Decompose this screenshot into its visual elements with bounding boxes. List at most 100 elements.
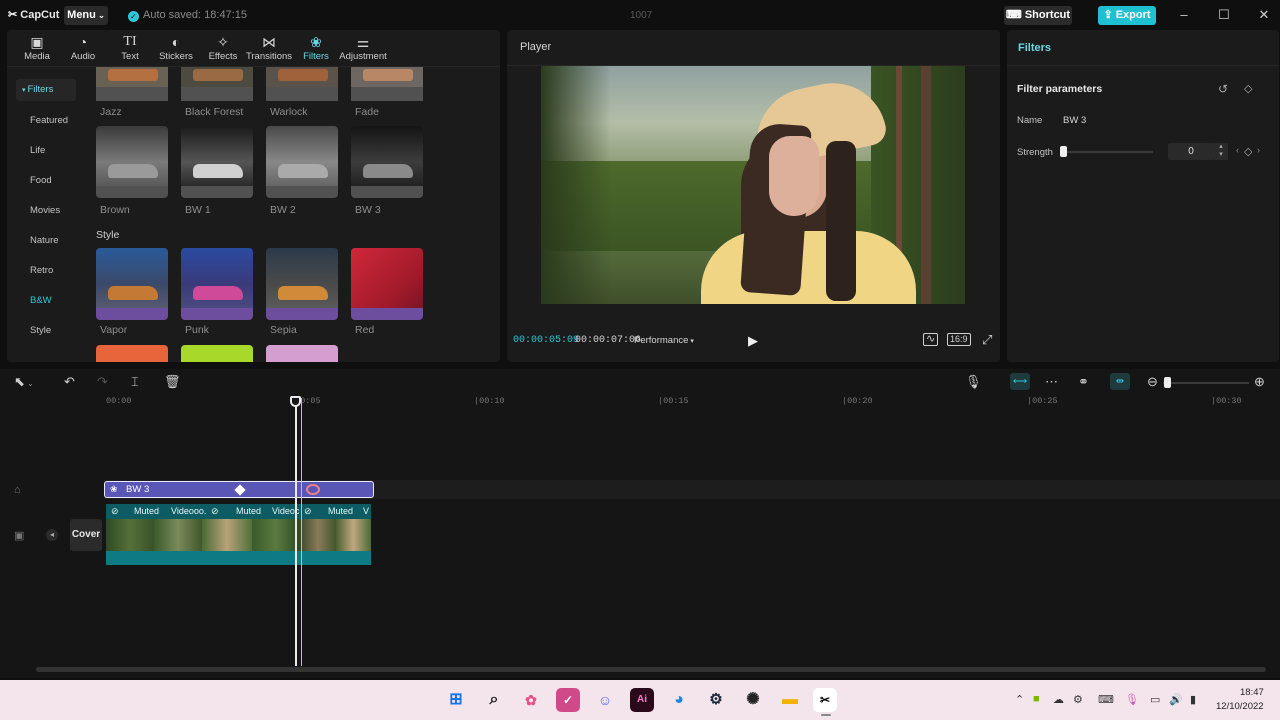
category-bw[interactable]: B&W <box>16 290 76 312</box>
minimize-icon[interactable]: – <box>1176 7 1192 23</box>
keyframe-icon[interactable]: ◇ <box>1244 82 1252 95</box>
redo-icon[interactable]: ↷ <box>97 374 108 390</box>
filter-thumb-partial[interactable] <box>266 345 338 362</box>
clock-date[interactable]: 12/10/2022 <box>1216 701 1264 712</box>
chevron-up-icon[interactable]: ⌃ <box>1015 693 1024 706</box>
zoom-in-icon[interactable]: ⊕ <box>1254 374 1265 390</box>
steam-icon[interactable]: ⚙ <box>704 688 728 712</box>
magnet-snap-icon[interactable]: ⟷ <box>1010 373 1030 390</box>
player-title: Player <box>520 41 552 53</box>
filter-thumb-jazz[interactable] <box>96 67 168 101</box>
shortcut-button[interactable]: ⌨ Shortcut <box>1004 6 1072 25</box>
clock-time[interactable]: 18:47 <box>1240 687 1264 698</box>
play-icon[interactable]: ▶ <box>748 333 758 349</box>
filter-thumb-vapor[interactable] <box>96 248 168 320</box>
category-movies[interactable]: Movies <box>16 200 76 222</box>
microphone-icon[interactable]: 🎙 <box>965 374 982 390</box>
filter-thumb-punk[interactable] <box>181 248 253 320</box>
category-featured[interactable]: Featured <box>16 110 76 132</box>
zoom-out-icon[interactable]: ⊖ <box>1147 374 1158 390</box>
discord-icon[interactable]: ☺ <box>593 688 617 712</box>
filter-thumb-red[interactable] <box>351 248 423 320</box>
tab-stickers[interactable]: ◐ Stickers <box>151 33 201 65</box>
filter-thumb-bw2[interactable] <box>266 126 338 198</box>
waveform-icon[interactable]: ∿ <box>923 333 939 346</box>
category-filters[interactable]: ▾ Filters <box>16 79 76 101</box>
category-life[interactable]: Life <box>16 140 76 162</box>
filter-label: BW 2 <box>270 204 296 216</box>
onedrive-icon[interactable]: ☁ <box>1053 693 1064 706</box>
keyframe-next-icon[interactable]: › <box>1257 145 1260 155</box>
zoom-slider[interactable] <box>1163 382 1249 384</box>
windows-start-icon[interactable]: ⊞ <box>444 688 468 712</box>
app-icon[interactable]: ✿ <box>519 688 543 712</box>
strength-slider-handle[interactable] <box>1060 146 1067 157</box>
name-label: Name <box>1017 115 1043 126</box>
filter-label: Fade <box>355 106 379 118</box>
quality-dropdown[interactable]: Performance ▾ <box>634 335 694 346</box>
tab-text[interactable]: TI Text <box>105 33 155 65</box>
davinci-icon[interactable]: ✺ <box>741 688 765 712</box>
strength-input[interactable]: 0 <box>1168 143 1214 160</box>
split-icon[interactable]: ⌶ <box>131 374 139 390</box>
strength-slider[interactable] <box>1063 151 1153 153</box>
capcut-taskbar-icon[interactable]: ✂ <box>813 688 837 712</box>
tab-transitions[interactable]: ⋈ Transitions <box>244 33 294 65</box>
video-preview[interactable] <box>541 66 965 304</box>
close-icon[interactable]: ✕ <box>1256 7 1272 23</box>
keyframe-icon[interactable]: ◇ <box>1244 145 1252 158</box>
reset-icon[interactable]: ↺ <box>1218 82 1228 96</box>
filter-thumb-sepia[interactable] <box>266 248 338 320</box>
timeline-scrollbar[interactable] <box>36 667 1266 672</box>
zoom-slider-handle[interactable] <box>1164 377 1171 388</box>
display-icon[interactable]: ▭ <box>1150 693 1160 706</box>
edge-icon[interactable]: ◕ <box>667 688 691 712</box>
nvidia-icon[interactable]: ■ <box>1033 693 1040 705</box>
filter-thumb-partial[interactable] <box>181 345 253 362</box>
select-tool-icon[interactable]: ⬉ ⌄ <box>14 374 34 390</box>
preview-axis-icon[interactable]: ⇹ <box>1110 373 1130 390</box>
filter-thumb-brown[interactable] <box>96 126 168 198</box>
category-retro[interactable]: Retro <box>16 260 76 282</box>
app-icon[interactable]: ✓ <box>556 688 580 712</box>
tab-media[interactable]: ▣ Media <box>12 33 62 65</box>
strength-stepper[interactable]: ▴ ▾ <box>1214 143 1228 160</box>
linkage-icon[interactable]: ⋯ <box>1045 374 1058 390</box>
filter-label: Black Forest <box>185 106 244 118</box>
tab-effects[interactable]: ✧ Effects <box>198 33 248 65</box>
tab-filters[interactable]: ❀ Filters <box>291 33 341 65</box>
filter-thumb-warlock[interactable] <box>266 67 338 101</box>
settings-tray-icon[interactable]: ⚙ <box>1073 693 1083 706</box>
battery-icon[interactable]: ▮ <box>1190 693 1196 706</box>
filter-thumb-fade[interactable] <box>351 67 423 101</box>
menu-button[interactable]: Menu ⌄ <box>64 6 108 25</box>
category-nature[interactable]: Nature <box>16 230 76 252</box>
folder-icon[interactable]: ▬ <box>778 688 802 712</box>
tab-adjustment[interactable]: ⚌ Adjustment <box>338 33 388 65</box>
filter-thumb-bw1[interactable] <box>181 126 253 198</box>
link-icon[interactable]: ⚭ <box>1078 374 1089 390</box>
delete-icon[interactable]: 🗑 <box>164 374 181 390</box>
search-icon[interactable]: ⌕ <box>482 688 506 712</box>
maximize-icon[interactable]: ☐ <box>1216 7 1232 23</box>
cover-button[interactable]: Cover <box>70 519 102 551</box>
undo-icon[interactable]: ↶ <box>64 374 75 390</box>
filter-thumb-partial[interactable] <box>96 345 168 362</box>
keyframe-prev-icon[interactable]: ‹ <box>1236 145 1239 155</box>
tab-audio[interactable]: ◔ Audio <box>58 33 108 65</box>
playhead[interactable] <box>295 398 297 666</box>
aspect-ratio-button[interactable]: 16:9 <box>947 333 971 346</box>
filter-thumb-bw3[interactable] <box>351 126 423 198</box>
illustrator-icon[interactable]: Ai <box>630 688 654 712</box>
category-style[interactable]: Style <box>16 320 76 342</box>
category-food[interactable]: Food <box>16 170 76 192</box>
export-button[interactable]: ⇪ Export <box>1098 6 1156 25</box>
keyboard-icon: ⌨ <box>1005 9 1025 21</box>
microphone-tray-icon[interactable]: 🎙 <box>1125 693 1139 706</box>
keyboard-icon[interactable]: ⌨ <box>1098 693 1114 706</box>
filter-thumb-black-forest[interactable] <box>181 67 253 101</box>
playhead-handle[interactable] <box>290 396 301 407</box>
fullscreen-icon[interactable]: ⤢ <box>982 332 992 348</box>
mute-track-icon[interactable]: ◂ <box>46 529 58 541</box>
volume-icon[interactable]: 🔊 <box>1169 693 1183 706</box>
